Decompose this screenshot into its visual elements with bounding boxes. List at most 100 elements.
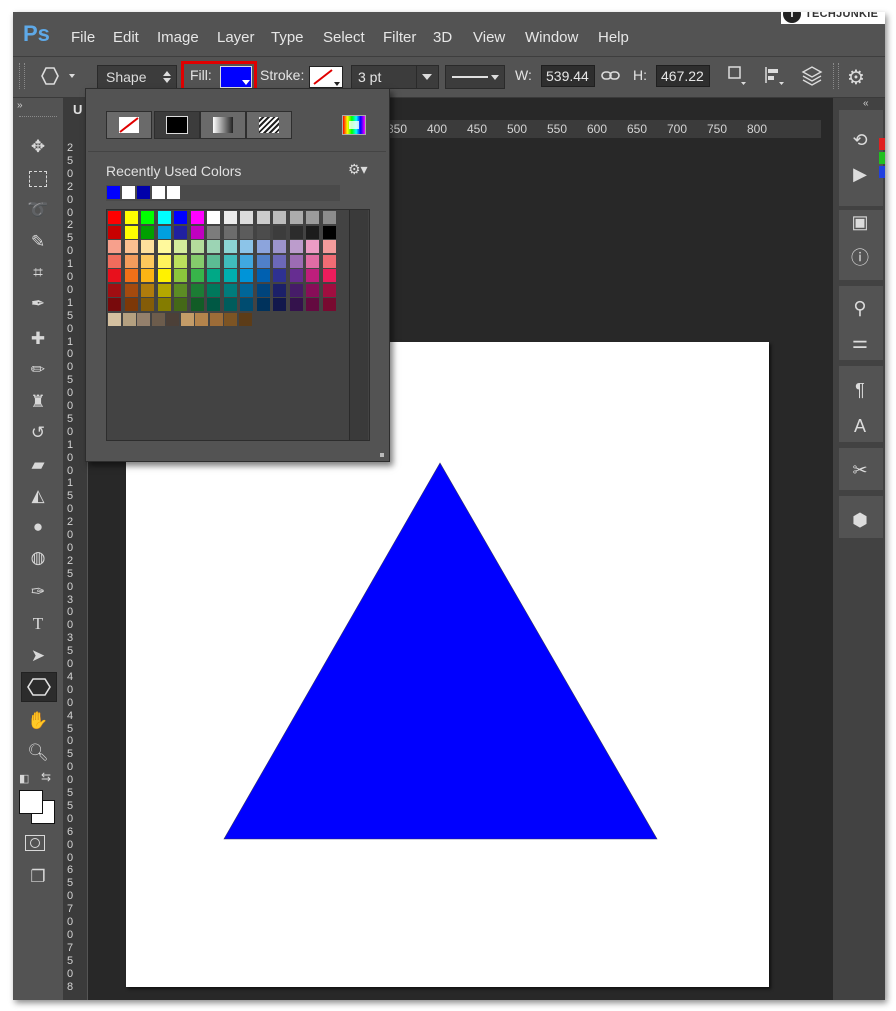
color-swatch[interactable] bbox=[306, 283, 319, 297]
color-swatch[interactable] bbox=[190, 240, 204, 253]
color-swatch[interactable] bbox=[223, 211, 237, 224]
color-swatch[interactable] bbox=[306, 254, 319, 268]
menu-filter[interactable]: Filter bbox=[383, 29, 416, 46]
color-swatch[interactable] bbox=[223, 298, 237, 311]
color-swatch[interactable] bbox=[141, 211, 154, 224]
quick-selection-tool-icon[interactable]: ✎ bbox=[23, 230, 53, 254]
paragraph-panel-icon[interactable]: ¶ bbox=[845, 376, 875, 404]
zoom-tool-icon[interactable]: 🔍︎ bbox=[23, 741, 53, 765]
menu-type[interactable]: Type bbox=[271, 29, 304, 46]
tool-presets-icon[interactable]: ⚌ bbox=[845, 328, 875, 356]
color-swatch[interactable] bbox=[223, 283, 237, 297]
recent-color-swatch[interactable] bbox=[152, 186, 165, 199]
color-swatch[interactable] bbox=[174, 211, 187, 224]
color-swatch[interactable] bbox=[289, 269, 303, 282]
lasso-tool-icon[interactable]: ➰ bbox=[23, 198, 53, 222]
menu-3d[interactable]: 3D bbox=[433, 29, 452, 46]
swap-colors-icon[interactable]: ⇆ bbox=[41, 770, 51, 784]
color-swatch[interactable] bbox=[108, 269, 121, 282]
fill-color-swatch[interactable] bbox=[220, 66, 252, 88]
stroke-color-swatch[interactable] bbox=[309, 66, 343, 88]
color-swatch[interactable] bbox=[141, 283, 154, 297]
menu-help[interactable]: Help bbox=[598, 29, 629, 46]
color-swatch[interactable] bbox=[151, 312, 165, 326]
background-color[interactable] bbox=[19, 790, 43, 814]
color-swatch[interactable] bbox=[108, 225, 121, 239]
color-swatch[interactable] bbox=[273, 225, 286, 239]
color-swatch[interactable] bbox=[207, 225, 220, 239]
tool-preset-picker[interactable] bbox=[37, 65, 77, 87]
color-swatch[interactable] bbox=[306, 269, 319, 282]
color-swatch[interactable] bbox=[141, 254, 154, 268]
menu-layer[interactable]: Layer bbox=[217, 29, 255, 46]
shape-tool-selected[interactable] bbox=[21, 672, 57, 702]
color-swatch[interactable] bbox=[223, 254, 237, 268]
recent-color-swatch[interactable] bbox=[137, 186, 150, 199]
path-selection-tool-icon[interactable]: ➤ bbox=[23, 644, 53, 668]
collapse-right-icon[interactable]: « bbox=[863, 98, 869, 109]
color-swatch[interactable] bbox=[322, 225, 336, 239]
color-swatch[interactable] bbox=[174, 225, 187, 239]
color-swatch[interactable] bbox=[273, 211, 286, 224]
color-swatch[interactable] bbox=[289, 240, 303, 253]
info-panel-icon[interactable]: ⓘ bbox=[845, 244, 875, 272]
color-swatch[interactable] bbox=[174, 283, 187, 297]
color-swatch[interactable] bbox=[174, 269, 187, 282]
color-swatch[interactable] bbox=[223, 240, 237, 253]
document-tab[interactable]: U bbox=[73, 102, 82, 117]
color-swatch[interactable] bbox=[124, 225, 138, 239]
color-swatch[interactable] bbox=[124, 269, 138, 282]
color-swatch[interactable] bbox=[108, 298, 121, 311]
color-swatch[interactable] bbox=[306, 225, 319, 239]
pen-tool-icon[interactable]: ✑ bbox=[23, 580, 53, 604]
color-swatch[interactable] bbox=[190, 211, 204, 224]
color-swatch[interactable] bbox=[240, 211, 253, 224]
color-swatch[interactable] bbox=[190, 269, 204, 282]
eyedropper-tool-icon[interactable]: ✒ bbox=[23, 292, 53, 316]
color-swatch[interactable] bbox=[240, 283, 253, 297]
color-swatch[interactable] bbox=[195, 312, 208, 326]
color-swatch[interactable] bbox=[207, 283, 220, 297]
menu-edit[interactable]: Edit bbox=[113, 29, 139, 46]
color-swatch[interactable] bbox=[273, 283, 286, 297]
color-swatch[interactable] bbox=[273, 269, 286, 282]
color-swatch[interactable] bbox=[209, 312, 223, 326]
color-swatch[interactable] bbox=[223, 269, 237, 282]
color-swatch[interactable] bbox=[157, 211, 171, 224]
swatches-menu-gear-icon[interactable]: ⚙▾ bbox=[348, 161, 368, 178]
screen-mode-icon[interactable]: ❐ bbox=[23, 865, 53, 889]
color-swatch[interactable] bbox=[289, 298, 303, 311]
blur-tool-icon[interactable]: ● bbox=[23, 515, 53, 539]
color-swatch[interactable] bbox=[124, 254, 138, 268]
gear-icon[interactable]: ⚙ bbox=[847, 65, 865, 90]
color-swatch[interactable] bbox=[157, 240, 171, 253]
stroke-width-field[interactable]: 3 pt bbox=[351, 65, 439, 89]
color-swatch[interactable] bbox=[122, 312, 136, 326]
solid-color-button[interactable] bbox=[154, 111, 200, 139]
color-swatch[interactable] bbox=[141, 298, 154, 311]
quick-mask-icon[interactable] bbox=[25, 835, 45, 851]
color-swatch[interactable] bbox=[108, 240, 121, 253]
color-swatch[interactable] bbox=[289, 254, 303, 268]
hand-tool-icon[interactable]: ✋ bbox=[23, 709, 53, 733]
color-swatch[interactable] bbox=[240, 225, 253, 239]
eraser-tool-icon[interactable]: ▰ bbox=[23, 453, 53, 477]
color-swatch[interactable] bbox=[207, 298, 220, 311]
color-swatch[interactable] bbox=[273, 240, 286, 253]
color-swatch[interactable] bbox=[124, 283, 138, 297]
link-icon[interactable] bbox=[601, 69, 621, 83]
path-arrangement-icon[interactable] bbox=[799, 64, 825, 88]
menu-image[interactable]: Image bbox=[157, 29, 199, 46]
color-swatch[interactable] bbox=[180, 312, 194, 326]
color-swatch[interactable] bbox=[190, 298, 204, 311]
color-swatch[interactable] bbox=[240, 240, 253, 253]
color-swatch[interactable] bbox=[157, 269, 171, 282]
clone-stamp-tool-icon[interactable]: ♜ bbox=[23, 390, 53, 414]
color-swatch[interactable] bbox=[289, 283, 303, 297]
color-swatch[interactable] bbox=[223, 225, 237, 239]
color-swatch[interactable] bbox=[190, 254, 204, 268]
options-grip[interactable] bbox=[19, 63, 25, 89]
color-swatch[interactable] bbox=[322, 211, 336, 224]
color-swatch[interactable] bbox=[273, 254, 286, 268]
color-swatch[interactable] bbox=[137, 312, 150, 326]
